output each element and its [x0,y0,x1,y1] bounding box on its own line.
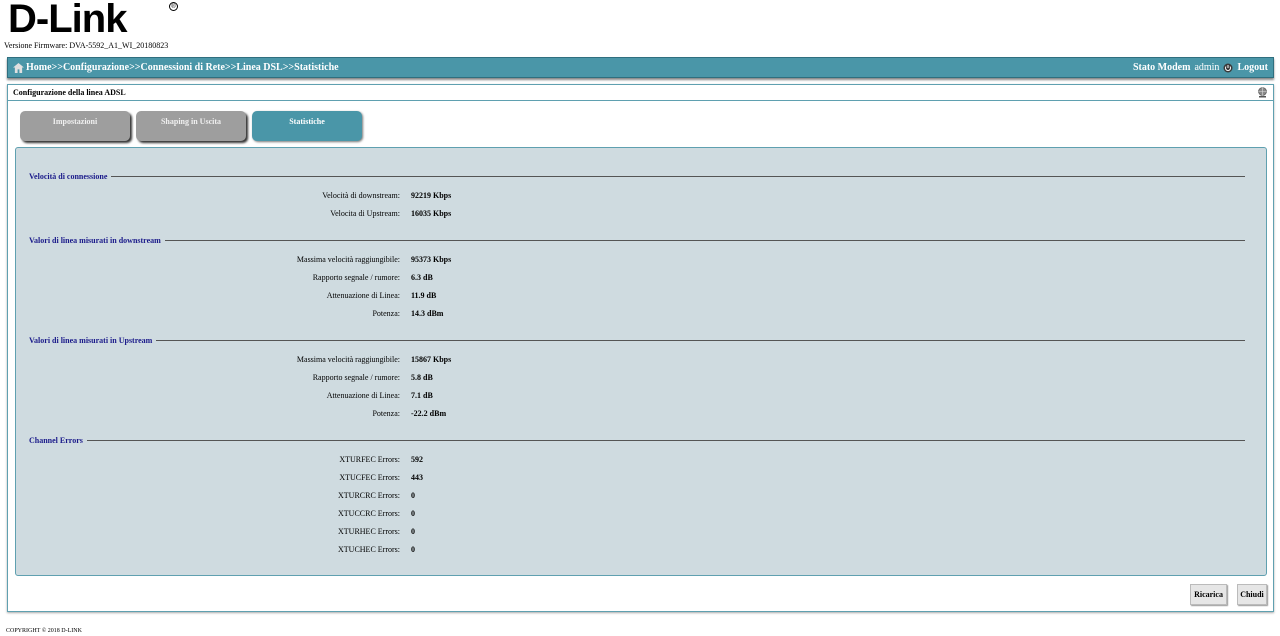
section-header: Valori di linea misurati in Upstream [29,334,1245,346]
stat-label: XTUCCRC Errors: [338,509,400,518]
stat-label: Attenuazione di Linea: [326,291,400,300]
stat-row: Massima velocità raggiungibile: 95373 Kbp… [16,255,616,267]
stat-row: XTURFEC Errors: 592 [16,455,616,467]
breadcrumb-item[interactable]: Home [26,62,52,73]
stat-row: Attenuazione di Linea: 7.1 dB [16,391,616,403]
modem-status-link[interactable]: Stato Modem [1133,62,1191,73]
stat-row: Attenuazione di Linea: 11.9 dB [16,291,616,303]
stat-label: Massima velocità raggiungibile: [296,355,400,364]
stat-value: 5.8 dB [411,373,433,382]
breadcrumb-separator: >> [129,62,141,73]
stat-row: XTUCHEC Errors: 0 [16,545,616,557]
section-divider [111,175,1245,177]
stat-value: -22.2 dBm [411,409,447,418]
breadcrumb-item[interactable]: Statistiche [294,62,338,73]
stat-value: 0 [411,527,415,536]
stat-label: XTUCFEC Errors: [339,473,400,482]
firmware-version: Versione Firmware: DVA-5592_A1_WI_201808… [4,41,169,50]
stat-label: XTURHEC Errors: [338,527,400,536]
stat-label: Potenza: [372,309,400,318]
stat-label: Velocità di downstream: [322,191,400,200]
registered-mark: ® [169,2,178,11]
stat-value: 0 [411,509,415,518]
close-button[interactable]: Chiudi [1237,584,1267,605]
section-header: Velocità di connessione [29,170,1245,182]
stat-value: 14.3 dBm [411,309,444,318]
copyright: COPYRIGHT © 2018 D-LINK [6,628,82,634]
stat-row: Rapporto segnale / rumore: 5.8 dB [16,373,616,385]
stat-label: Massima velocità raggiungibile: [296,255,400,264]
section-title: Channel Errors [29,435,83,445]
home-icon[interactable] [13,62,24,73]
tab-impostazioni[interactable]: Impostazioni [20,111,130,141]
stat-value: 95373 Kbps [411,255,452,264]
stat-row: XTURHEC Errors: 0 [16,527,616,539]
stat-row: XTUCFEC Errors: 443 [16,473,616,485]
nav-right: Stato Modem admin Logout [1133,62,1273,73]
stat-label: XTUCHEC Errors: [338,545,400,554]
stat-value: 592 [411,455,423,464]
stat-label: Potenza: [372,409,400,418]
stat-label: Rapporto segnale / rumore: [312,273,400,282]
breadcrumb-item[interactable]: Linea DSL [236,62,282,73]
stat-value: 0 [411,545,415,554]
breadcrumb-separator: >> [282,62,295,73]
stat-row: Rapporto segnale / rumore: 6.3 dB [16,273,616,285]
breadcrumb-item[interactable]: Configurazione [63,62,129,73]
stat-label: Velocita di Upstream: [330,209,400,218]
stat-row: Velocità di downstream: 92219 Kbps [16,191,616,203]
section-header: Channel Errors [29,434,1245,446]
stat-label: Attenuazione di Linea: [326,391,400,400]
stat-label: XTURFEC Errors: [339,455,400,464]
section-divider [164,239,1245,241]
section-divider [86,439,1245,441]
help-globe-icon[interactable] [1257,87,1268,98]
stat-value: 16035 Kbps [411,209,452,218]
stat-value: 92219 Kbps [411,191,452,200]
stat-value: 443 [411,473,423,482]
stat-label: XTURCRC Errors: [338,491,400,500]
stat-row: Massima velocità raggiungibile: 15867 Kbp… [16,355,616,367]
stat-value: 7.1 dB [411,391,433,400]
breadcrumb-item[interactable]: Connessioni di Rete [140,62,224,73]
logo-text: D-Link [8,0,127,41]
breadcrumb-separator: >> [51,62,63,73]
adsl-config-panel: Configurazione della linea ADSL Impostaz… [7,84,1274,612]
username: admin [1194,62,1220,73]
tab-statistiche[interactable]: Statistiche [252,111,362,141]
logout-icon[interactable] [1223,63,1233,73]
tab-shaping-in-uscita[interactable]: Shaping in Uscita [136,111,246,141]
stat-row: Potenza: -22.2 dBm [16,409,616,421]
stat-row: XTUCCRC Errors: 0 [16,509,616,521]
stat-row: Potenza: 14.3 dBm [16,309,616,321]
panel-divider [8,100,1273,101]
section-header: Valori di linea misurati in downstream [29,234,1245,246]
panel-title: Configurazione della linea ADSL [13,88,126,97]
logout-link[interactable]: Logout [1237,62,1268,73]
section-title: Valori di linea misurati in Upstream [29,335,153,345]
statistics-content: Velocità di connessione Velocità di downs… [15,147,1267,576]
breadcrumb: Home>>Configurazione>>Connessioni di Ret… [26,62,339,73]
navigation-bar: Home>>Configurazione>>Connessioni di Ret… [7,57,1274,78]
reload-button[interactable]: Ricarica [1190,584,1227,605]
section-title: Velocità di connessione [29,171,108,181]
breadcrumb-separator: >> [224,62,237,73]
stat-value: 6.3 dB [411,273,433,282]
stat-label: Rapporto segnale / rumore: [312,373,400,382]
stat-value: 15867 Kbps [411,355,452,364]
stat-value: 11.9 dB [411,291,437,300]
stat-value: 0 [411,491,415,500]
stat-row: XTURCRC Errors: 0 [16,491,616,503]
dlink-logo: D-Link ® [8,0,178,41]
stat-row: Velocita di Upstream: 16035 Kbps [16,209,616,221]
section-divider [156,339,1245,341]
section-title: Valori di linea misurati in downstream [29,235,161,245]
